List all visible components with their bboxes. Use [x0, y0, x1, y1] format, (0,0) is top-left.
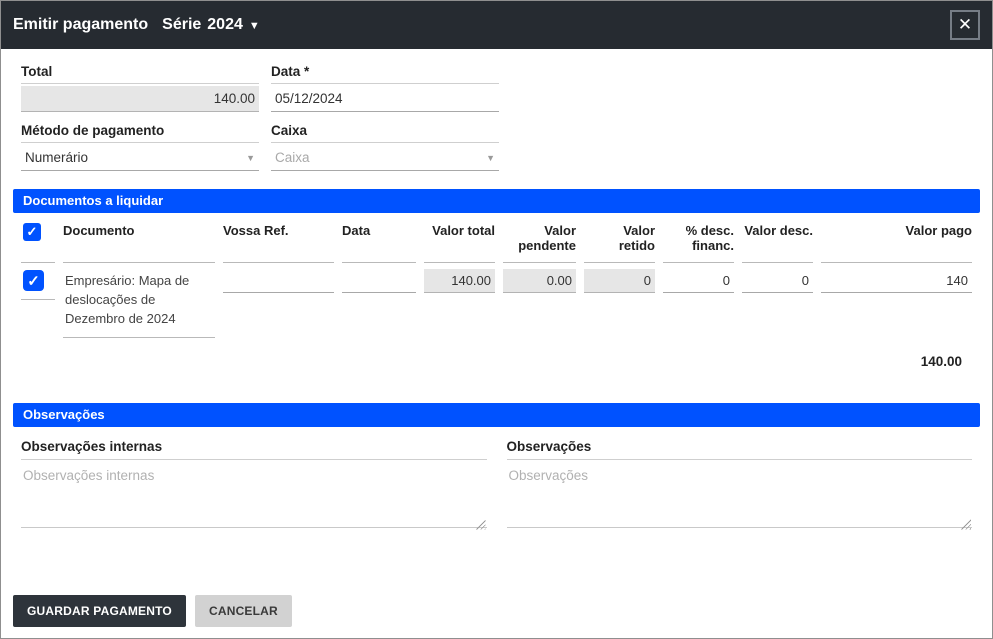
payment-method-value: Numerário — [25, 150, 89, 165]
payment-method-field: Método de pagamento Numerário ▼ — [21, 120, 259, 171]
cashbox-field: Caixa Caixa ▼ — [271, 120, 499, 171]
caret-down-icon: ▼ — [246, 152, 255, 163]
cancel-button[interactable]: CANCELAR — [194, 595, 292, 627]
external-observations-field: Observações — [506, 439, 972, 533]
observations-fields: Observações internas Observações — [13, 427, 980, 533]
series-value: 2024 — [207, 16, 243, 33]
row-valor-pago-cell — [821, 269, 972, 293]
row-valor-retido-cell — [584, 269, 655, 293]
caret-down-icon: ▼ — [248, 20, 260, 32]
row-data-cell — [342, 269, 416, 293]
row-valor-total-cell — [424, 269, 495, 293]
row-valor-desc-cell — [742, 269, 813, 293]
dialog-footer: GUARDAR PAGAMENTO CANCELAR — [13, 595, 292, 627]
cashbox-label: Caixa — [271, 120, 499, 143]
row-desc-financ-cell — [663, 269, 734, 293]
dialog-titlebar: Emitir pagamento Série 2024 ▼ ✕ — [1, 1, 992, 49]
col-valor-pago: Valor pago — [821, 223, 972, 263]
series-label: Série — [162, 16, 202, 33]
documents-table: ✓ Documento Vossa Ref. Data Valor total … — [13, 213, 980, 369]
row-valor-pendente-cell — [503, 269, 576, 293]
close-button[interactable]: ✕ — [950, 10, 980, 40]
select-all-checkbox[interactable]: ✓ — [23, 223, 41, 241]
row-documento: Empresário: Mapa de deslocações de Dezem… — [63, 269, 215, 338]
row-select-cell: ✓ — [21, 269, 55, 300]
internal-observations-field: Observações internas — [21, 439, 487, 533]
row-valor-pendente-input — [503, 269, 576, 293]
col-valor-desc: Valor desc. — [742, 223, 813, 263]
date-label: Data * — [271, 61, 499, 84]
total-input — [21, 86, 259, 112]
documents-total: 140.00 — [920, 353, 962, 369]
col-documento: Documento — [63, 223, 215, 263]
row-data-input[interactable] — [342, 269, 416, 293]
documents-section-header: Documentos a liquidar — [13, 189, 980, 213]
col-valor-pendente: Valor pendente — [503, 223, 576, 263]
row-checkbox[interactable]: ✓ — [23, 270, 44, 291]
cashbox-select[interactable]: Caixa ▼ — [271, 145, 499, 171]
col-valor-total: Valor total — [424, 223, 495, 263]
check-icon: ✓ — [27, 272, 40, 290]
select-all-header-cell: ✓ — [21, 223, 55, 263]
cashbox-value: Caixa — [275, 150, 310, 165]
dialog-title: Emitir pagamento — [13, 16, 149, 33]
close-icon: ✕ — [957, 15, 973, 34]
date-input[interactable] — [271, 86, 499, 112]
observations-section-header: Observações — [13, 402, 980, 427]
documents-table-header: ✓ Documento Vossa Ref. Data Valor total … — [21, 223, 972, 263]
dialog-content: Total Data * Método de pagamento Numerár… — [1, 49, 992, 533]
external-observations-textarea[interactable] — [506, 463, 972, 528]
row-vossa-ref-cell — [223, 269, 334, 293]
row-valor-desc-input[interactable] — [742, 269, 813, 293]
total-label: Total — [21, 61, 259, 84]
payment-method-label: Método de pagamento — [21, 120, 259, 143]
row-vossa-ref-input[interactable] — [223, 269, 334, 293]
date-field: Data * — [271, 61, 499, 112]
col-vossa-ref: Vossa Ref. — [223, 223, 334, 263]
col-data: Data — [342, 223, 416, 263]
caret-down-icon: ▼ — [486, 152, 495, 163]
payment-method-select[interactable]: Numerário ▼ — [21, 145, 259, 171]
col-desc-financ: % desc. financ. — [663, 223, 734, 263]
series-dropdown[interactable]: Série 2024 ▼ — [162, 16, 260, 34]
row-valor-total-input — [424, 269, 495, 293]
save-payment-button[interactable]: GUARDAR PAGAMENTO — [13, 595, 186, 627]
payment-fields: Total Data * Método de pagamento Numerár… — [13, 59, 980, 179]
table-row: ✓ Empresário: Mapa de deslocações de Dez… — [21, 269, 972, 338]
external-observations-label: Observações — [506, 439, 972, 460]
row-valor-retido-input — [584, 269, 655, 293]
internal-observations-textarea[interactable] — [21, 463, 487, 528]
col-valor-retido: Valor retido — [584, 223, 655, 263]
check-icon: ✓ — [26, 224, 38, 239]
emit-payment-dialog: Emitir pagamento Série 2024 ▼ ✕ Total Da… — [0, 0, 993, 639]
total-field: Total — [21, 61, 259, 112]
row-valor-pago-input[interactable] — [821, 269, 972, 293]
row-desc-financ-input[interactable] — [663, 269, 734, 293]
internal-observations-label: Observações internas — [21, 439, 487, 460]
